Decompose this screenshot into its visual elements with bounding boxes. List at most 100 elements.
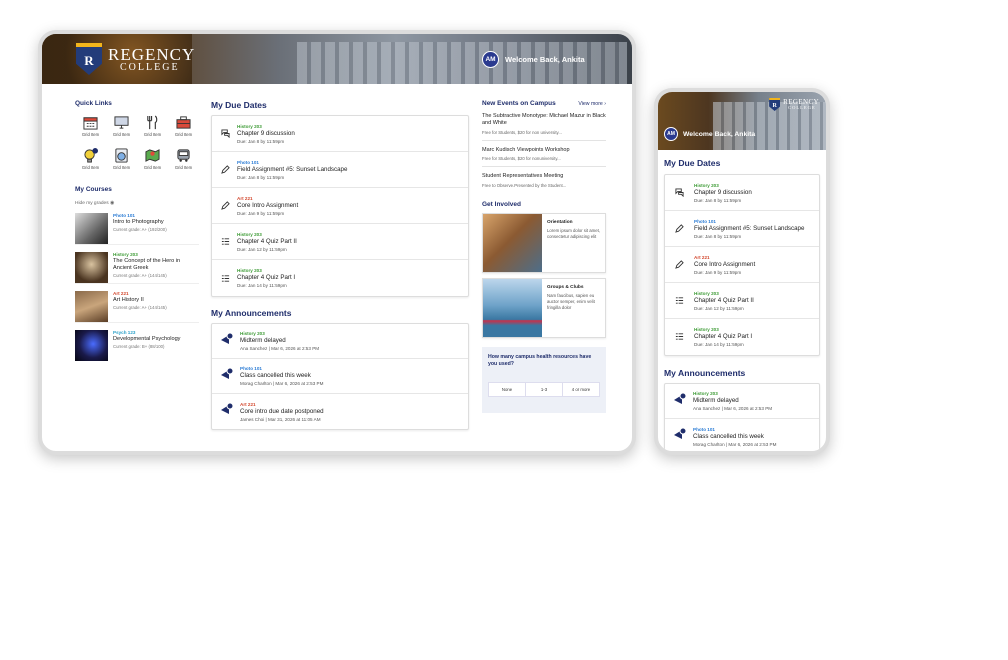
announcement-item[interactable]: History 203 Midterm delayed Ana Sanchez | … (212, 324, 468, 359)
quick-links-grid: Grid Item Grid Item Grid Item Grid Item (75, 114, 199, 170)
announcement-item[interactable]: History 203 Midterm delayed Ana Sanchez | … (665, 384, 819, 419)
due-item[interactable]: History 203 Chapter 4 Quiz Part I Due: Jan… (665, 319, 819, 355)
announcement-item[interactable]: Art 221 Core intro due date postponed Jame… (212, 394, 468, 429)
right-column: New Events on Campus View more › The Sub… (482, 100, 606, 413)
involved-card-orientation[interactable]: Orientation Lorem ipsum dolor sit amet, c… (482, 212, 606, 273)
quick-links-title: Quick Links (75, 100, 112, 107)
pencil-icon (675, 220, 684, 238)
due-item[interactable]: Photo 101 Field Assignment #5: Sunset Lan… (212, 152, 468, 188)
calendar-icon (83, 114, 99, 130)
involved-card-groups[interactable]: Groups & Clubs Nam faucibus, sapien eu au… (482, 277, 606, 338)
grid-item-toolbox[interactable]: Grid Item (168, 114, 199, 137)
announcements-title: My Announcements (211, 308, 292, 318)
shield-icon: R (769, 98, 781, 111)
due-item[interactable]: History 203 Chapter 4 Quiz Part I Due: Jan… (212, 260, 468, 296)
announcements-card: History 203 Midterm delayed Ana Sanchez | … (211, 323, 469, 430)
pencil-icon (220, 201, 230, 211)
eye-icon: ◉ (109, 201, 115, 206)
college-logo[interactable]: R REGENCY COLLEGE (76, 43, 195, 75)
user-welcome[interactable]: AM Welcome Back, Ankita (482, 51, 585, 68)
quiz-icon (675, 292, 684, 310)
megaphone-icon (220, 332, 234, 351)
grid-item-monitor[interactable]: Grid Item (106, 114, 137, 137)
shield-icon: R (76, 43, 102, 75)
center-column: My Due Dates History 203 Chapter 9 discus… (211, 100, 469, 430)
poll-option-1-3[interactable]: 1-3 (526, 383, 563, 397)
phone-due-card: History 203 Chapter 9 discussion Due: Jan … (664, 174, 820, 356)
lightbulb-icon (83, 147, 99, 163)
phone-header: R REGENCY COLLEGE AM Welcome Back, Ankit… (658, 92, 826, 150)
logo-line1: REGENCY (108, 44, 196, 64)
megaphone-icon (673, 392, 687, 411)
toolbox-icon (176, 114, 192, 130)
tablet-frame: R REGENCY COLLEGE AM Welcome Back, Ankit… (38, 30, 636, 455)
pencil-icon (220, 165, 230, 175)
pencil-icon (675, 256, 684, 274)
discussion-icon (675, 184, 684, 202)
phone-logo[interactable]: R REGENCY COLLEGE (769, 98, 819, 111)
grid-item-lightbulb[interactable]: Grid Item (75, 147, 106, 170)
phone-welcome[interactable]: AM Welcome Back, Ankita (664, 127, 755, 141)
due-item[interactable]: Photo 101 Field Assignment #5: Sunset Lan… (665, 211, 819, 247)
megaphone-icon (220, 367, 234, 386)
announcement-item[interactable]: Photo 101 Class cancelled this week Morag … (212, 359, 468, 394)
avatar[interactable]: AM (664, 127, 678, 141)
header-banner: R REGENCY COLLEGE AM Welcome Back, Ankit… (42, 34, 632, 84)
monitor-icon (114, 114, 130, 130)
phone-due-dates-title: My Due Dates (664, 158, 721, 168)
grid-item-calendar[interactable]: Grid Item (75, 114, 106, 137)
quiz-icon (220, 273, 230, 283)
course-item[interactable]: Photo 101 Intro to Photography Current gra… (75, 213, 199, 245)
announcement-item[interactable]: Photo 101 Class cancelled this week Morag … (665, 419, 819, 451)
health-poll: How many campus health resources have yo… (482, 346, 606, 413)
grid-item-map[interactable]: Grid Item (137, 147, 168, 170)
poll-option-4-plus[interactable]: 4 or more (563, 383, 599, 396)
bus-icon (176, 147, 192, 163)
due-item[interactable]: History 203 Chapter 4 Quiz Part II Due: Ja… (212, 224, 468, 260)
chevron-right-icon: › (604, 100, 606, 107)
laundry-icon (114, 147, 130, 163)
quiz-icon (675, 328, 684, 346)
course-item[interactable]: Art 221 Art History II Current grade: A+ (… (75, 291, 199, 323)
course-thumbnail (75, 252, 108, 283)
my-courses-title: My Courses (75, 186, 112, 193)
course-item[interactable]: History 203 The Concept of the Hero in An… (75, 252, 199, 284)
course-thumbnail (75, 213, 108, 244)
phone-frame: R REGENCY COLLEGE AM Welcome Back, Ankit… (654, 88, 830, 455)
megaphone-icon (220, 402, 234, 421)
grid-item-utensils[interactable]: Grid Item (137, 114, 168, 137)
avatar[interactable]: AM (482, 51, 499, 68)
phone-announcements-title: My Announcements (664, 368, 746, 378)
due-dates-title: My Due Dates (211, 100, 267, 110)
grid-item-bus[interactable]: Grid Item (168, 147, 199, 170)
due-item[interactable]: Art 221 Core Intro Assignment Due: Jan 9 b… (665, 247, 819, 283)
kayak-photo (483, 278, 542, 337)
orientation-photo (483, 213, 542, 272)
course-item[interactable]: Psych 123 Developmental Psychology Current… (75, 330, 199, 362)
event-item[interactable]: Student Representatives Meeting Free to O… (482, 167, 606, 192)
events-title: New Events on Campus (482, 100, 556, 107)
poll-question: How many campus health resources have yo… (488, 353, 592, 367)
event-item[interactable]: The Subtractive Monotype: Michael Mazur … (482, 107, 606, 141)
due-dates-card: History 203 Chapter 9 discussion Due: Jan … (211, 115, 469, 297)
event-item[interactable]: Marc Kudisch Viewpoints Workshop Free for… (482, 141, 606, 168)
hide-grades-toggle[interactable]: Hide my grades ◉ (75, 201, 199, 206)
mockup-stage: R REGENCY COLLEGE AM Welcome Back, Ankit… (0, 0, 1008, 660)
poll-option-none[interactable]: None (489, 383, 526, 397)
grid-item-laundry[interactable]: Grid Item (106, 147, 137, 170)
my-courses: My Courses Hide my grades ◉ Photo 101 Int… (75, 186, 199, 362)
due-item[interactable]: History 203 Chapter 9 discussion Due: Jan … (212, 116, 468, 152)
due-item[interactable]: History 203 Chapter 4 Quiz Part II Due: Ja… (665, 283, 819, 319)
discussion-icon (220, 129, 230, 139)
megaphone-icon (673, 427, 687, 446)
quiz-icon (220, 237, 230, 247)
get-involved-title: Get Involved (482, 200, 522, 208)
phone-announcements-card: History 203 Midterm delayed Ana Sanchez | … (664, 383, 820, 451)
due-item[interactable]: History 203 Chapter 9 discussion Due: Jan … (665, 175, 819, 211)
due-item[interactable]: Art 221 Core Intro Assignment Due: Jan 9 b… (212, 188, 468, 224)
left-column: Quick Links Grid Item Grid Item Grid Ite… (75, 100, 199, 362)
utensils-icon (145, 114, 161, 130)
course-thumbnail (75, 330, 108, 361)
logo-line2: COLLEGE (120, 61, 180, 73)
view-more-link[interactable]: View more › (578, 101, 606, 107)
